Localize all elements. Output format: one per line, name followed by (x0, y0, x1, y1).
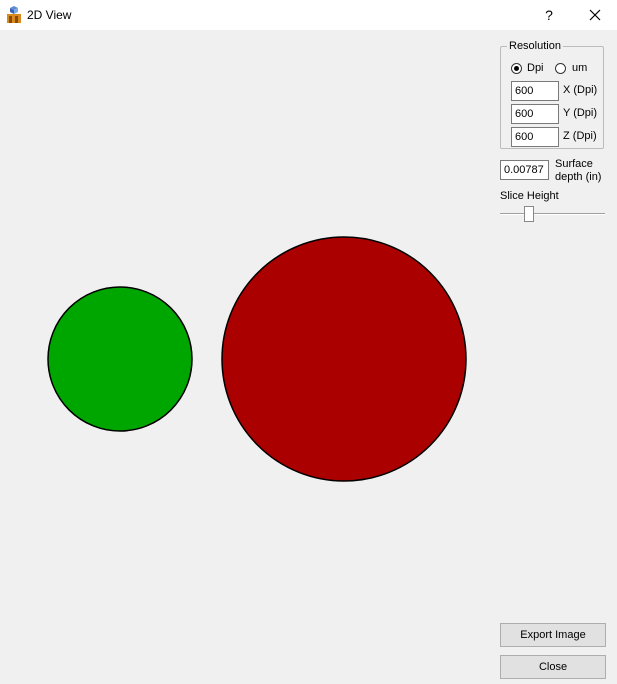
surface-depth-label-line1: Surface (555, 158, 593, 170)
title-bar: 2D View ? (0, 0, 617, 30)
um-radio-label: um (572, 62, 588, 74)
export-image-button[interactable]: Export Image (500, 623, 606, 647)
slice-height-slider[interactable] (500, 213, 605, 215)
y-dpi-label: Y (Dpi) (563, 107, 598, 119)
slice-height-label: Slice Height (500, 190, 559, 202)
dpi-radio[interactable] (511, 63, 522, 74)
green-circle (47, 286, 193, 432)
dpi-radio-label: Dpi (527, 62, 544, 74)
surface-depth-input[interactable]: 0.00787 (500, 160, 549, 180)
surface-depth-label-line2: depth (in) (555, 171, 602, 183)
x-dpi-input[interactable]: 600 (511, 81, 559, 101)
z-dpi-label: Z (Dpi) (563, 130, 597, 142)
um-radio[interactable] (555, 63, 566, 74)
resolution-legend: Resolution (507, 40, 563, 53)
red-circle (221, 236, 467, 482)
close-button[interactable]: Close (500, 655, 606, 679)
window-title: 2D View (27, 8, 72, 22)
z-dpi-input[interactable]: 600 (511, 127, 559, 147)
x-dpi-label: X (Dpi) (563, 84, 598, 96)
y-dpi-input[interactable]: 600 (511, 104, 559, 124)
close-icon[interactable] (583, 6, 607, 24)
3d-printer-app-icon (7, 6, 21, 23)
help-button[interactable]: ? (537, 4, 561, 26)
slice-height-slider-thumb[interactable] (524, 206, 534, 222)
